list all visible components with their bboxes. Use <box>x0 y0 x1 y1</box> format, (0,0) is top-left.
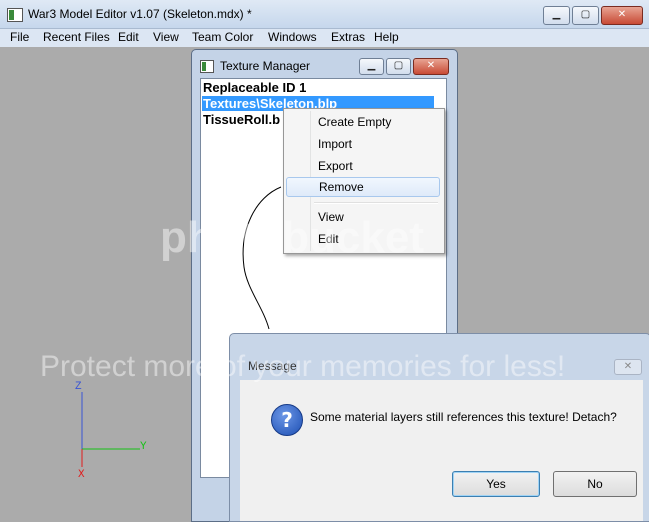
minimize-button[interactable]: ▁ <box>543 6 570 25</box>
close-button[interactable]: ✕ <box>601 6 643 25</box>
menu-file[interactable]: File <box>10 30 29 44</box>
menu-separator <box>314 202 438 204</box>
yes-button[interactable]: Yes <box>452 471 540 497</box>
no-button[interactable]: No <box>553 471 637 497</box>
menu-edit[interactable]: Edit <box>118 30 139 44</box>
x-axis-label: X <box>78 469 85 481</box>
menu-import[interactable]: Import <box>286 134 440 154</box>
menu-view[interactable]: View <box>153 30 179 44</box>
z-axis-label: Z <box>75 381 82 393</box>
texture-manager-caption-buttons: ▁ ▢ ✕ <box>359 58 449 75</box>
menu-extras[interactable]: Extras <box>331 30 365 44</box>
menu-help[interactable]: Help <box>374 30 399 44</box>
menu-view-texture[interactable]: View <box>286 207 440 227</box>
texture-manager-titlebar[interactable]: Texture Manager ▁ ▢ ✕ <box>192 50 457 80</box>
message-title: Message <box>248 359 297 373</box>
menu-create-empty[interactable]: Create Empty <box>286 112 440 132</box>
maximize-button[interactable]: ▢ <box>572 6 599 25</box>
tm-close-button[interactable]: ✕ <box>413 58 449 75</box>
texture-manager-icon <box>200 60 214 73</box>
texture-manager-title: Texture Manager <box>220 59 311 73</box>
main-titlebar[interactable]: War3 Model Editor v1.07 (Skeleton.mdx) *… <box>0 0 649 29</box>
window-title: War3 Model Editor v1.07 (Skeleton.mdx) * <box>28 7 252 21</box>
menu-recent-files[interactable]: Recent Files <box>43 30 110 44</box>
app-icon[interactable] <box>7 8 23 22</box>
question-icon: ? <box>271 404 303 436</box>
menu-team-color[interactable]: Team Color <box>192 30 253 44</box>
main-caption-buttons: ▁ ▢ ✕ <box>543 6 643 25</box>
message-dialog[interactable]: Message ✕ ? Some material layers still r… <box>229 333 649 522</box>
message-text: Some material layers still references th… <box>310 410 617 424</box>
y-axis-label: Y <box>140 441 147 453</box>
menu-export[interactable]: Export <box>286 156 440 176</box>
tm-minimize-button[interactable]: ▁ <box>359 58 384 75</box>
message-close-button[interactable]: ✕ <box>614 359 642 375</box>
tm-maximize-button[interactable]: ▢ <box>386 58 411 75</box>
menu-remove[interactable]: Remove <box>286 177 440 197</box>
texture-context-menu: Create Empty Import Export Remove View E… <box>283 108 445 254</box>
menu-edit-texture[interactable]: Edit <box>286 229 440 249</box>
menu-bar: File Recent Files Edit View Team Color W… <box>0 29 649 47</box>
message-body: ? Some material layers still references … <box>240 380 643 521</box>
menu-windows[interactable]: Windows <box>268 30 317 44</box>
